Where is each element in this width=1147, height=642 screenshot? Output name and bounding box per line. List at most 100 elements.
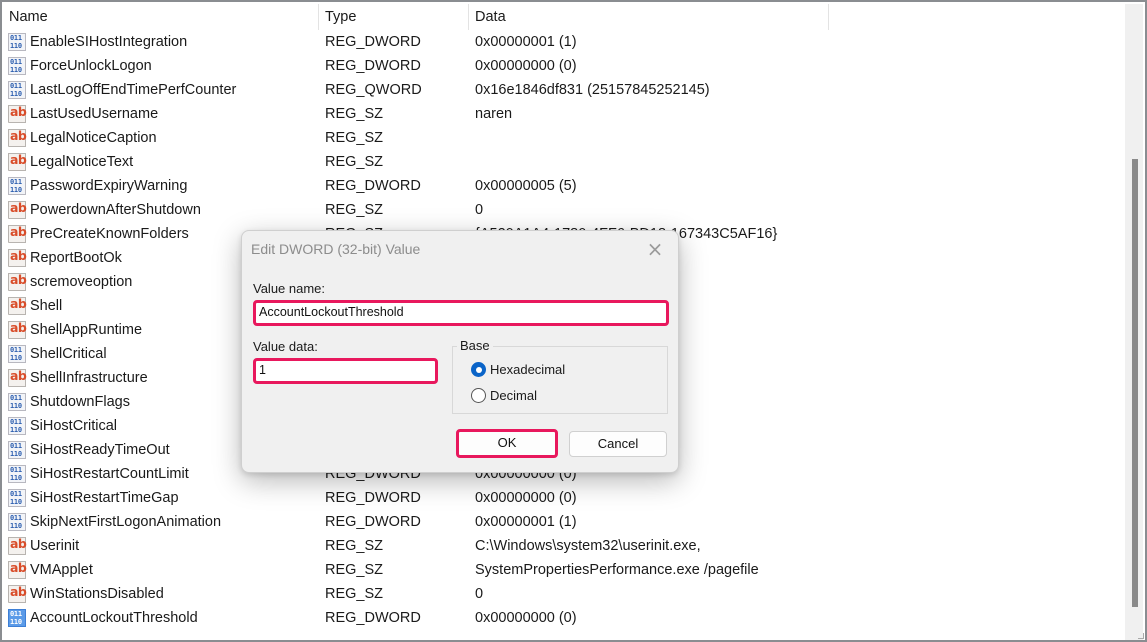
value-name: PowerdownAfterShutdown bbox=[30, 202, 201, 218]
scrollbar-thumb[interactable] bbox=[1132, 159, 1138, 607]
column-header-type[interactable]: Type bbox=[318, 2, 468, 30]
reg-string-icon bbox=[8, 104, 26, 123]
reg-binary-icon: 011 110 bbox=[8, 465, 26, 483]
value-type: REG_DWORD bbox=[325, 34, 421, 50]
radio-unselected-icon[interactable] bbox=[471, 388, 486, 403]
list-item[interactable]: 011 110 ForceUnlockLogon REG_DWORD 0x0000000… bbox=[2, 54, 1127, 78]
value-type: REG_DWORD bbox=[325, 58, 421, 74]
value-data: SystemPropertiesPerformance.exe /pagefil… bbox=[475, 562, 759, 578]
value-type: REG_DWORD bbox=[325, 490, 421, 506]
list-item[interactable]: 011 110 SiHostRestartTimeGap REG_DWORD 0x000… bbox=[2, 486, 1127, 510]
value-type: REG_SZ bbox=[325, 538, 384, 554]
list-item[interactable]: 011 110 PasswordExpiryWarning REG_DWORD 0x00… bbox=[2, 174, 1127, 198]
value-name: Userinit bbox=[30, 538, 80, 554]
value-name: SiHostReadyTimeOut bbox=[30, 442, 170, 458]
reg-string-icon bbox=[8, 128, 26, 147]
reg-string-icon bbox=[8, 224, 26, 243]
list-header: Name Type Data bbox=[2, 2, 1127, 30]
column-header-name[interactable]: Name bbox=[2, 2, 318, 30]
value-name-field[interactable]: AccountLockoutThreshold bbox=[253, 300, 669, 326]
value-data: C:\Windows\system32\userinit.exe, bbox=[475, 538, 701, 554]
reg-string-icon bbox=[8, 368, 26, 387]
resize-grip-icon[interactable] bbox=[1138, 633, 1144, 639]
list-item[interactable]: WinStationsDisabled REG_SZ 0 bbox=[2, 582, 1127, 606]
icon-glyph: 110 bbox=[10, 402, 22, 410]
value-name: LegalNoticeText bbox=[30, 154, 134, 170]
reg-binary-icon: 011 110 bbox=[8, 345, 26, 363]
icon-glyph: 110 bbox=[10, 498, 22, 506]
value-data: 0x00000001 (1) bbox=[475, 34, 577, 50]
icon-glyph: 110 bbox=[10, 450, 22, 458]
value-name: ForceUnlockLogon bbox=[30, 58, 152, 74]
cancel-button[interactable]: Cancel bbox=[569, 431, 667, 457]
value-name: ShutdownFlags bbox=[30, 394, 130, 410]
icon-glyph: 011 bbox=[10, 34, 22, 42]
list-item[interactable]: LegalNoticeText REG_SZ bbox=[2, 150, 1127, 174]
icon-glyph: 110 bbox=[10, 426, 22, 434]
value-name: SkipNextFirstLogonAnimation bbox=[30, 514, 222, 530]
radio-hexadecimal[interactable]: Hexadecimal bbox=[471, 361, 731, 379]
icon-glyph: 011 bbox=[10, 466, 22, 474]
reg-binary-icon: 011 110 bbox=[8, 81, 26, 99]
list-item[interactable]: LastUsedUsername REG_SZ naren bbox=[2, 102, 1127, 126]
icon-glyph: 110 bbox=[10, 66, 22, 74]
value-name: PasswordExpiryWarning bbox=[30, 178, 188, 194]
reg-string-icon bbox=[8, 320, 26, 339]
value-type: REG_DWORD bbox=[325, 178, 421, 194]
reg-binary-icon: 011 110 bbox=[8, 609, 26, 627]
reg-string-icon bbox=[8, 152, 26, 171]
icon-glyph: 110 bbox=[10, 354, 22, 362]
value-data: 0x00000000 (0) bbox=[475, 490, 577, 506]
list-item[interactable]: 011 110 SkipNextFirstLogonAnimation REG_DWO… bbox=[2, 510, 1127, 534]
value-name: WinStationsDisabled bbox=[30, 586, 164, 602]
list-item[interactable]: Userinit REG_SZ C:\Windows\system32\userin… bbox=[2, 534, 1127, 558]
value-name: SiHostCritical bbox=[30, 418, 118, 434]
registry-editor-pane: Name Type Data 011 110 EnableSIHostIntegra… bbox=[0, 0, 1147, 642]
list-item[interactable]: PowerdownAfterShutdown REG_SZ 0 bbox=[2, 198, 1127, 222]
value-data: 0x00000000 (0) bbox=[475, 58, 577, 74]
reg-string-icon bbox=[8, 584, 26, 603]
value-data: 0x00000001 (1) bbox=[475, 514, 577, 530]
list-item[interactable]: 011 110 AccountLockoutThreshold REG_DWORD 0x… bbox=[2, 606, 1127, 630]
reg-string-icon bbox=[8, 200, 26, 219]
icon-glyph: 110 bbox=[10, 522, 22, 530]
ok-button[interactable]: OK bbox=[456, 429, 558, 458]
vertical-scrollbar[interactable] bbox=[1125, 4, 1143, 640]
reg-string-icon bbox=[8, 272, 26, 291]
list-item[interactable]: LegalNoticeCaption REG_SZ bbox=[2, 126, 1127, 150]
close-icon[interactable]: × bbox=[644, 238, 666, 260]
list-item[interactable]: 011 110 LastLogOffEndTimePerfCounter REG_QW… bbox=[2, 78, 1127, 102]
radio-decimal-label: Decimal bbox=[490, 388, 537, 403]
icon-glyph: 011 bbox=[10, 394, 22, 402]
value-name: LegalNoticeCaption bbox=[30, 130, 157, 146]
icon-glyph: 011 bbox=[10, 490, 22, 498]
list-item[interactable]: 011 110 EnableSIHostIntegration REG_DWORD 0x… bbox=[2, 30, 1127, 54]
column-header-data[interactable]: Data bbox=[468, 2, 828, 30]
value-data: 0x00000000 (0) bbox=[475, 610, 577, 626]
reg-binary-icon: 011 110 bbox=[8, 33, 26, 51]
icon-glyph: 110 bbox=[10, 618, 22, 626]
icon-glyph: 011 bbox=[10, 58, 22, 66]
list-item[interactable]: VMApplet REG_SZ SystemPropertiesPerformanc… bbox=[2, 558, 1127, 582]
value-name: ShellCritical bbox=[30, 346, 107, 362]
icon-glyph: 110 bbox=[10, 90, 22, 98]
value-name: EnableSIHostIntegration bbox=[30, 34, 188, 50]
reg-binary-icon: 011 110 bbox=[8, 441, 26, 459]
value-data: 0 bbox=[475, 586, 484, 602]
value-name: ReportBootOk bbox=[30, 250, 122, 266]
value-type: REG_SZ bbox=[325, 586, 384, 602]
radio-decimal[interactable]: Decimal bbox=[471, 387, 731, 405]
reg-binary-icon: 011 110 bbox=[8, 57, 26, 75]
value-type: REG_SZ bbox=[325, 202, 384, 218]
icon-glyph: 011 bbox=[10, 346, 22, 354]
reg-string-icon bbox=[8, 248, 26, 267]
value-name: PreCreateKnownFolders bbox=[30, 226, 189, 242]
value-data-input[interactable]: 1 bbox=[253, 358, 438, 384]
radio-selected-icon[interactable] bbox=[471, 362, 486, 377]
column-divider[interactable] bbox=[828, 4, 829, 30]
value-name: VMApplet bbox=[30, 562, 93, 578]
value-type: REG_SZ bbox=[325, 562, 384, 578]
value-data: naren bbox=[475, 106, 513, 122]
value-name: Shell bbox=[30, 298, 63, 314]
value-type: REG_DWORD bbox=[325, 610, 421, 626]
